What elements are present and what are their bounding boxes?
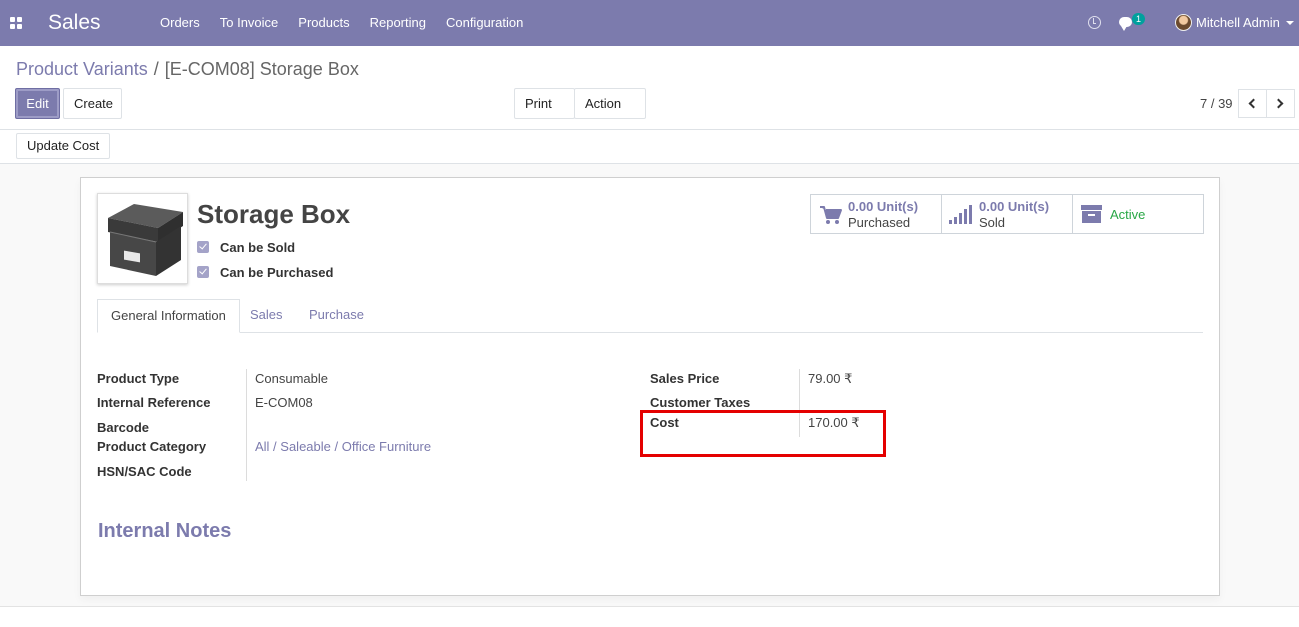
chat-icon[interactable]	[1119, 17, 1132, 31]
tab-sales[interactable]: Sales	[237, 299, 296, 333]
chat-count-badge: 1	[1132, 13, 1146, 25]
product-type-value: Consumable	[255, 371, 328, 386]
sales-price-value: 79.00 ₹	[808, 371, 853, 386]
signal-bars-icon	[949, 205, 972, 224]
can-be-purchased-label: Can be Purchased	[220, 264, 334, 280]
barcode-label: Barcode	[97, 420, 150, 435]
action-label: Action	[585, 96, 622, 111]
customer-taxes-label: Customer Taxes	[650, 395, 751, 410]
breadcrumb-parent[interactable]: Product Variants	[16, 59, 148, 79]
purchased-label: Purchased	[848, 215, 911, 230]
purchased-smart-button[interactable]: 0.00 Unit(s) Purchased	[811, 195, 942, 233]
smart-buttons: 0.00 Unit(s) Purchased 0.00 Unit(s) Sold…	[810, 194, 1204, 234]
user-name: Mitchell Admin	[1196, 15, 1280, 30]
action-dropdown[interactable]: Action	[574, 88, 646, 135]
internal-reference-label: Internal Reference	[97, 395, 211, 410]
menu-orders[interactable]: Orders	[150, 0, 210, 46]
pager-next-button[interactable]	[1266, 89, 1295, 118]
internal-notes-title: Internal Notes	[98, 520, 232, 542]
pager-previous-button[interactable]	[1238, 89, 1267, 118]
menu-configuration[interactable]: Configuration	[436, 0, 533, 46]
can-be-purchased-checkbox[interactable]	[197, 266, 209, 278]
menu-to-invoice[interactable]: To Invoice	[210, 0, 289, 46]
user-menu[interactable]: Mitchell Admin	[1196, 0, 1294, 46]
product-image[interactable]	[97, 193, 188, 284]
user-avatar[interactable]	[1175, 14, 1192, 31]
breadcrumb: Product Variants / [E-COM08] Storage Box	[16, 59, 359, 80]
sold-value: 0.00 Unit(s)	[979, 199, 1050, 214]
sold-label: Sold	[979, 215, 1006, 230]
print-label: Print	[525, 96, 552, 111]
can-be-sold-label: Can be Sold	[220, 239, 296, 255]
menu-reporting[interactable]: Reporting	[360, 0, 436, 46]
storage-box-image-icon	[98, 194, 187, 283]
internal-reference-value: E-COM08	[255, 395, 313, 410]
tab-purchase[interactable]: Purchase	[296, 299, 377, 333]
sold-smart-button[interactable]: 0.00 Unit(s) Sold	[942, 195, 1073, 233]
shopping-cart-icon	[820, 206, 842, 224]
tab-general-information[interactable]: General Information	[97, 299, 240, 333]
app-name[interactable]: Sales	[48, 11, 101, 35]
form-statusbar: Update Cost	[0, 129, 1299, 164]
purchased-value: 0.00 Unit(s)	[848, 199, 919, 214]
chevron-right-icon	[1273, 98, 1284, 109]
top-navbar: Sales Orders To Invoice Products Reporti…	[0, 0, 1299, 46]
cost-highlight-box	[640, 410, 886, 457]
active-toggle-button[interactable]: Active	[1073, 195, 1203, 233]
product-category-label: Product Category	[97, 439, 207, 454]
notebook-tabs: General Information Sales Purchase	[97, 299, 1203, 333]
product-category-link[interactable]: All / Saleable / Office Furniture	[255, 439, 431, 454]
print-dropdown[interactable]: Print	[514, 88, 575, 135]
hsn-sac-code-label: HSN/SAC Code	[97, 464, 192, 479]
activity-clock-icon[interactable]	[1088, 16, 1101, 29]
update-cost-button[interactable]: Update Cost	[16, 133, 111, 159]
can-be-sold-checkbox[interactable]	[197, 241, 209, 253]
archive-icon	[1081, 205, 1102, 223]
pager-value[interactable]: 7 / 39	[1200, 96, 1233, 111]
chevron-left-icon	[1248, 98, 1259, 109]
menu-products[interactable]: Products	[288, 0, 359, 46]
product-type-label: Product Type	[97, 371, 180, 386]
apps-menu-icon[interactable]	[10, 17, 22, 29]
can-be-sold-row: Can be Sold	[197, 239, 295, 255]
main-menu: Orders To Invoice Products Reporting Con…	[150, 0, 533, 46]
breadcrumb-separator: /	[153, 59, 159, 79]
product-name: Storage Box	[197, 199, 351, 229]
can-be-purchased-row: Can be Purchased	[197, 264, 333, 280]
sales-price-label: Sales Price	[650, 371, 720, 386]
create-button[interactable]: Create	[63, 88, 122, 119]
caret-down-icon	[1285, 21, 1294, 25]
form-sheet: Storage Box Can be Sold Can be Purchased…	[80, 177, 1220, 596]
left-group-divider	[246, 369, 247, 481]
breadcrumb-current: [E-COM08] Storage Box	[164, 59, 359, 79]
edit-button[interactable]: Edit	[15, 88, 60, 119]
active-label: Active	[1110, 207, 1146, 222]
